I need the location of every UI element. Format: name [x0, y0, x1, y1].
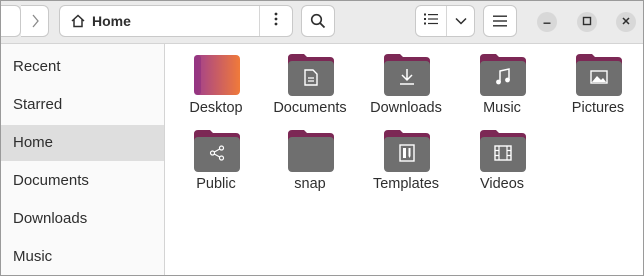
- file-item-pictures[interactable]: Pictures: [553, 46, 643, 116]
- templates-folder-icon: [384, 130, 430, 172]
- path-bar[interactable]: Home: [59, 5, 293, 37]
- folder-icon: [288, 130, 334, 172]
- desktop-folder-icon: [194, 54, 240, 96]
- close-icon: [621, 13, 631, 31]
- sidebar-item-label: Documents: [13, 172, 89, 189]
- path-menu-button[interactable]: [260, 6, 292, 36]
- sidebar-item-documents[interactable]: Documents: [1, 163, 164, 199]
- view-options-group: [415, 5, 475, 37]
- header-bar: Home: [1, 1, 643, 44]
- file-item-templates[interactable]: Templates: [361, 122, 451, 192]
- music-folder-icon: [480, 54, 526, 96]
- minimize-icon: [542, 13, 552, 31]
- sidebar-item-label: Home: [13, 134, 54, 151]
- hamburger-icon: [493, 15, 507, 27]
- public-folder-icon: [194, 130, 240, 172]
- videos-folder-icon: [480, 130, 526, 172]
- chevron-right-icon: [30, 13, 40, 29]
- file-item-music[interactable]: Music: [457, 46, 547, 116]
- back-button[interactable]: [1, 5, 21, 37]
- file-item-desktop[interactable]: Desktop: [171, 46, 261, 116]
- sidebar-item-label: Music: [13, 248, 53, 265]
- downloads-folder-icon: [384, 54, 430, 96]
- file-item-public[interactable]: Public: [171, 122, 261, 192]
- sidebar-item-label: Downloads: [13, 210, 88, 227]
- file-label: Documents: [273, 100, 347, 116]
- list-view-button[interactable]: [416, 6, 446, 36]
- file-label: Videos: [479, 176, 525, 192]
- minimize-button[interactable]: [537, 12, 557, 32]
- list-view-icon: [424, 12, 438, 30]
- search-button[interactable]: [301, 5, 335, 37]
- file-manager-window: Home Recent Starred Home Documents Downl…: [0, 0, 644, 276]
- file-label: Pictures: [571, 100, 625, 116]
- file-item-downloads[interactable]: Downloads: [361, 46, 451, 116]
- documents-folder-icon: [288, 54, 334, 96]
- location-label[interactable]: Home: [92, 13, 131, 29]
- sidebar-item-starred[interactable]: Starred: [1, 87, 164, 123]
- search-icon: [310, 13, 326, 29]
- sidebar-item-downloads[interactable]: Downloads: [1, 201, 164, 237]
- chevron-down-icon: [455, 12, 467, 30]
- file-item-snap[interactable]: snap: [265, 122, 355, 192]
- sidebar-item-home[interactable]: Home: [1, 125, 164, 161]
- file-item-documents[interactable]: Documents: [265, 46, 355, 116]
- vertical-dots-icon: [274, 12, 278, 31]
- file-label: Music: [483, 100, 521, 116]
- file-label: Downloads: [370, 100, 442, 116]
- file-label: Templates: [372, 176, 440, 192]
- forward-button[interactable]: [21, 5, 49, 37]
- file-item-videos[interactable]: Videos: [457, 122, 547, 192]
- sidebar-item-label: Recent: [13, 58, 61, 75]
- sidebar-item-recent[interactable]: Recent: [1, 49, 164, 85]
- sidebar-item-music[interactable]: Music: [1, 239, 164, 275]
- pictures-folder-icon: [576, 54, 622, 96]
- maximize-icon: [582, 13, 592, 31]
- sidebar: Recent Starred Home Documents Downloads …: [1, 44, 165, 275]
- view-dropdown-button[interactable]: [447, 6, 475, 36]
- sidebar-item-label: Starred: [13, 96, 63, 113]
- maximize-button[interactable]: [577, 12, 597, 32]
- main-menu-button[interactable]: [483, 5, 517, 37]
- close-button[interactable]: [616, 12, 636, 32]
- file-label: snap: [294, 176, 326, 192]
- home-icon: [70, 13, 86, 34]
- file-grid: Desktop Documents Downloads Music Pictur…: [165, 44, 643, 275]
